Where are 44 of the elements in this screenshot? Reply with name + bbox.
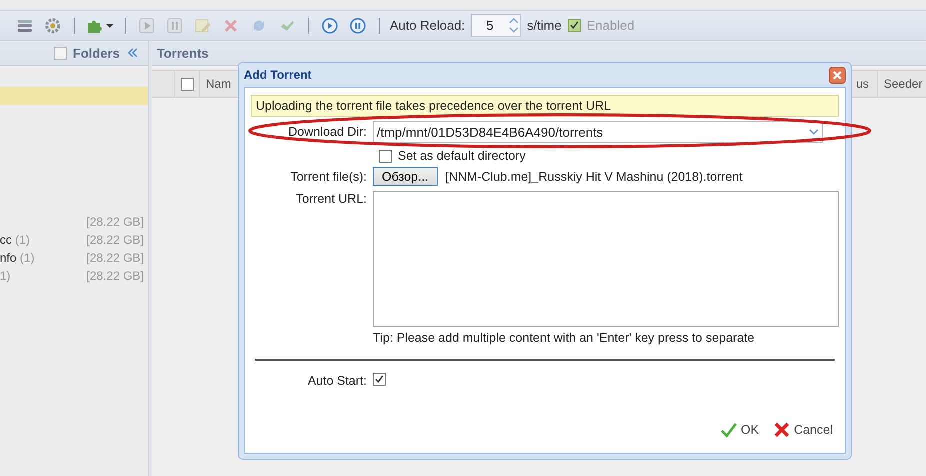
check-icon bbox=[720, 421, 738, 439]
folders-checkbox[interactable] bbox=[54, 46, 68, 60]
ok-button[interactable]: OK bbox=[720, 421, 760, 439]
folder-count: (1) bbox=[20, 251, 35, 265]
folder-size: [28.22 GB] bbox=[86, 251, 144, 265]
folder-count: (1) bbox=[15, 233, 30, 247]
torrent-url-label: Torrent URL: bbox=[295, 192, 367, 206]
reload-unit-label: s/time bbox=[527, 18, 562, 33]
download-dir-combobox[interactable]: /tmp/mnt/01D53D84E4B6A490/torrents bbox=[373, 121, 823, 143]
close-button[interactable] bbox=[829, 66, 846, 84]
folder-name: nfo bbox=[0, 251, 17, 265]
dialog-title: Add Torrent bbox=[244, 68, 312, 82]
torrents-title: Torrents bbox=[157, 46, 209, 60]
column-header[interactable]: Seeder bbox=[878, 71, 926, 97]
pause-icon bbox=[166, 16, 184, 34]
collapse-icon[interactable] bbox=[126, 46, 140, 60]
pause-circle-icon bbox=[349, 16, 367, 34]
reload-interval-spinner[interactable]: 5 bbox=[471, 14, 522, 37]
folder-name: cc bbox=[0, 233, 12, 247]
default-dir-checkbox[interactable] bbox=[379, 150, 392, 162]
auto-start-label: Auto Start: bbox=[306, 374, 367, 388]
cancel-button[interactable]: Cancel bbox=[773, 421, 833, 439]
download-dir-label: Download Dir: bbox=[287, 125, 367, 139]
torrent-files-label: Torrent file(s): bbox=[290, 170, 367, 184]
file-name: [NNM-Club.me]_Russkiy Hit V Mashinu (2018).torrent bbox=[446, 170, 743, 184]
enabled-label: Enabled bbox=[586, 18, 635, 33]
notice-banner: Uploading the torrent file takes precedence over the torrent URL bbox=[251, 95, 839, 117]
folder-size: [28.22 GB] bbox=[86, 215, 144, 229]
cross-icon bbox=[773, 421, 792, 439]
select-all-checkbox[interactable] bbox=[180, 78, 194, 90]
edit-icon bbox=[194, 16, 212, 34]
folder-size: [28.22 GB] bbox=[86, 233, 144, 247]
play-circle-icon bbox=[321, 16, 339, 34]
folders-title: Folders bbox=[73, 46, 120, 60]
play-icon bbox=[138, 16, 156, 34]
default-dir-label: Set as default directory bbox=[398, 149, 526, 163]
torrent-url-field[interactable] bbox=[373, 191, 839, 327]
tip-text: Tip: Please add multiple content with an 'Enter' key press to separate bbox=[373, 331, 756, 345]
auto-reload-label: Auto Reload: bbox=[390, 18, 466, 33]
gear-icon bbox=[44, 16, 62, 34]
folder-size: [28.22 GB] bbox=[86, 269, 144, 283]
auto-start-checkbox[interactable] bbox=[373, 373, 386, 386]
folder-count: 1) bbox=[0, 269, 11, 283]
browse-button[interactable]: Обзор... bbox=[373, 167, 438, 186]
